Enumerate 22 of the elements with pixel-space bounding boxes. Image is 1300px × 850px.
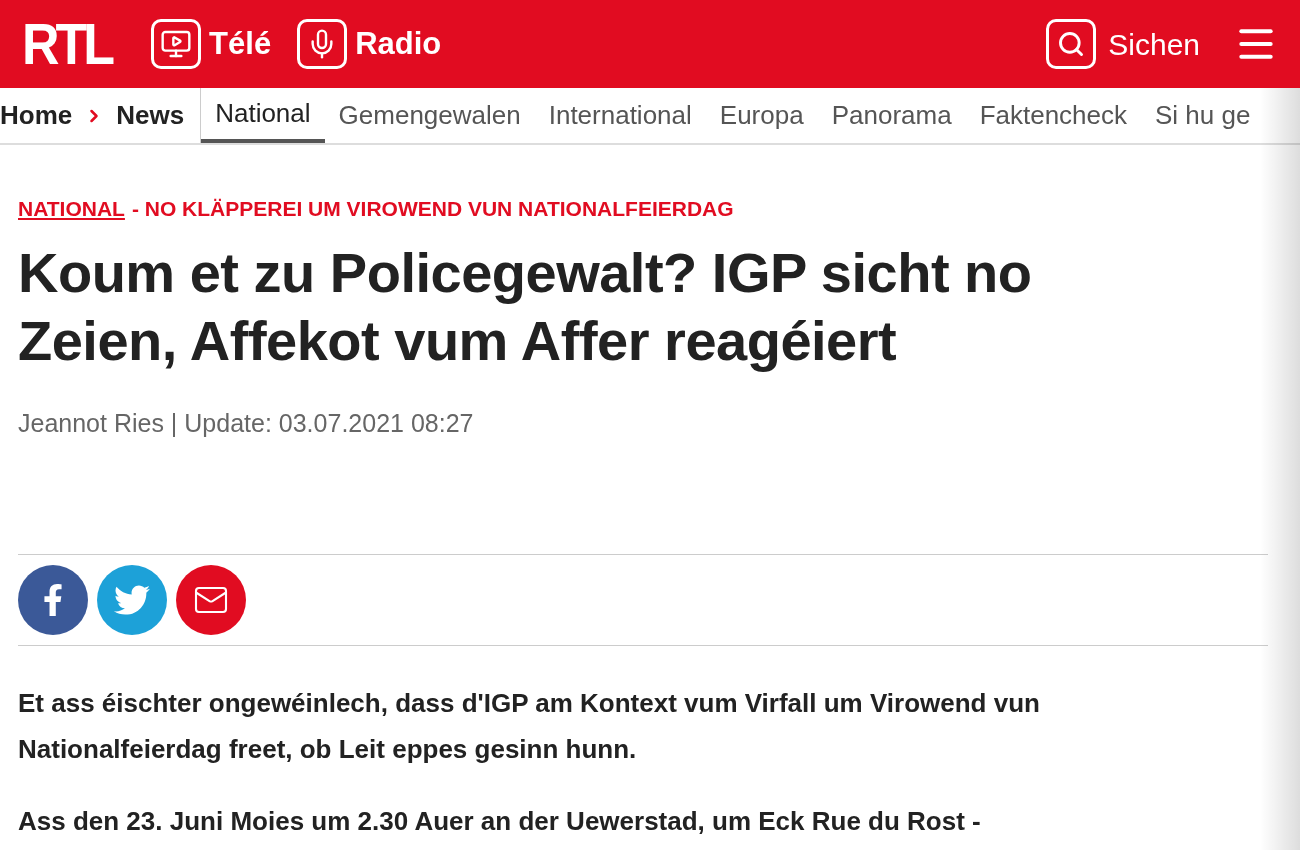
header-link[interactable]: Radio [297,19,442,69]
search-icon [1057,30,1086,58]
breadcrumb-link[interactable]: News [116,96,185,135]
section-tab[interactable]: National [201,88,325,143]
search-button[interactable]: Sichen [1046,19,1200,69]
topic-label: - NO KLÄPPEREI UM VIROWEND VUN NATIONALFEIERDAG [131,196,734,222]
byline: Jeannot Ries | Update: 03.07.2021 08:27 [18,407,475,439]
logo[interactable]: RTL [22,1,112,87]
section-tab[interactable]: Gemengewalen [324,88,535,143]
tv-icon [160,28,193,60]
bird-icon [114,582,150,618]
article-paragraph: Et ass éischter ongewéinlech, dass d'IGP am Kontext vum Virfall um Virowend vun Nationalfeierdag freet, ob Leit eppes gesinn hunn. [18,687,1041,766]
section-tab[interactable]: International [534,88,706,143]
category-link[interactable]: NATIONAL [18,193,125,225]
header-link[interactable]: Télé [151,19,272,69]
section-tab[interactable]: Europa [705,88,818,143]
article-paragraph: Ass den 23. Juni Moies um 2.30 Auer an der Uewerstad, um Eck Rue du Rost - [18,805,982,838]
section-tab[interactable]: Si hu ge [1141,88,1265,143]
section-tab[interactable]: Panorama [817,88,966,143]
article-headline: Koum et zu Policegewalt? IGP sicht no Zeien, Affekot vum Affer reagéiert [18,239,1033,374]
breadcrumb-link[interactable]: Home [0,96,73,135]
section-tab[interactable]: Faktencheck [965,88,1142,143]
